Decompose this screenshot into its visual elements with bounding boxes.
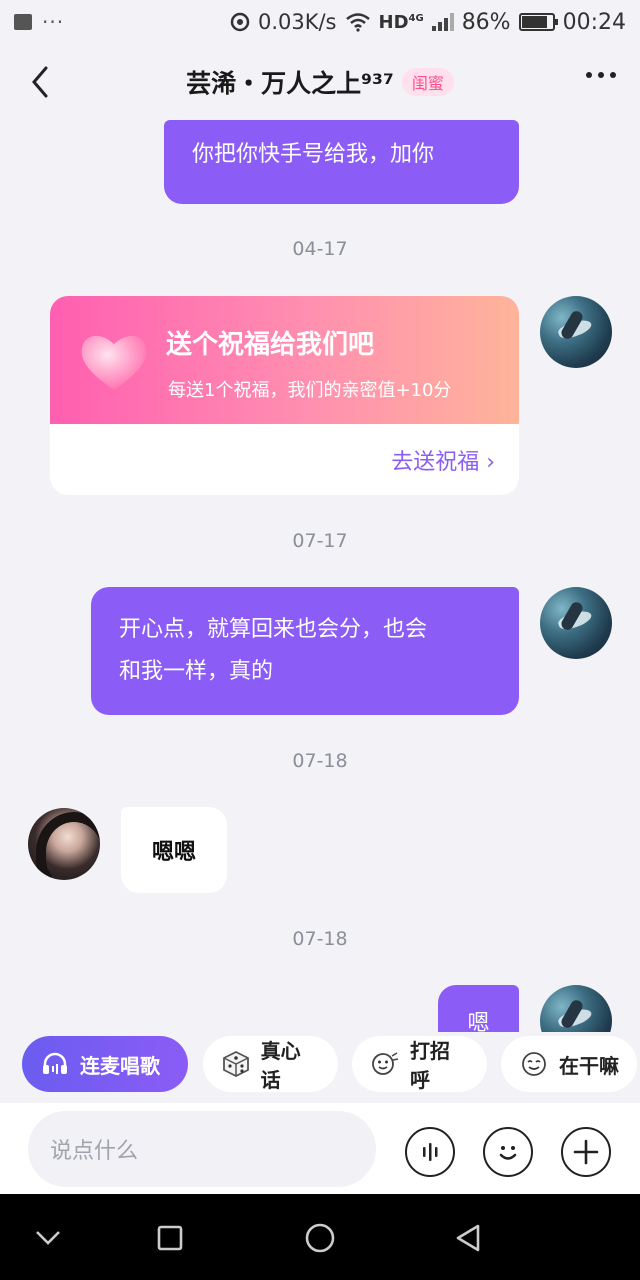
voice-wave-icon — [423, 1143, 438, 1161]
headphones-icon — [40, 1049, 70, 1079]
date-divider: 07-18 — [292, 928, 348, 950]
send-blessing-link[interactable]: 去送祝福 › — [391, 444, 495, 476]
input-bar: 说点什么 — [0, 1103, 640, 1194]
emoji-button[interactable] — [483, 1127, 533, 1177]
plus-icon — [573, 1139, 599, 1165]
network-type: HD4G — [379, 12, 424, 33]
smile-emoji-icon — [519, 1049, 549, 1079]
relationship-badge: 闺蜜 — [401, 68, 454, 96]
message-bubble[interactable]: 嗯 — [438, 985, 519, 1032]
message-text: 你把你快手号给我，加你 — [192, 142, 435, 167]
message-text-line: 开心点，就算回来也会分，也会 — [119, 617, 428, 642]
net-speed: 0.03K/s — [257, 10, 337, 34]
card-subtitle: 每送1个祝福，我们的亲密值+10分 — [168, 380, 452, 401]
date-divider: 07-17 — [292, 530, 348, 552]
wifi-icon — [345, 13, 370, 32]
square-icon — [157, 1225, 183, 1251]
chat-header: 芸浠・万人之上⁹³⁷ 闺蜜 — [0, 44, 640, 120]
quick-reply-truth[interactable]: 真心话 — [203, 1036, 338, 1092]
image-notification-icon — [14, 14, 32, 30]
card-title: 送个祝福给我们吧 — [166, 330, 375, 360]
message-bubble[interactable]: 嗯嗯 — [121, 807, 227, 893]
status-bar: ··· 0.03K/s HD4G 86% 00:24 — [0, 0, 640, 44]
quick-reply-whatsup[interactable]: 在干嘛 — [501, 1036, 637, 1092]
message-input[interactable]: 说点什么 — [28, 1111, 376, 1187]
quick-reply-label: 真心话 — [260, 1039, 301, 1092]
date-divider: 07-18 — [292, 750, 348, 772]
voice-button[interactable] — [405, 1127, 455, 1177]
battery-icon — [518, 13, 558, 31]
more-actions-button[interactable] — [561, 1127, 611, 1177]
clock: 00:24 — [562, 9, 626, 35]
system-nav-bar — [0, 1194, 640, 1280]
message-text-line: 和我一样，真的 — [119, 659, 274, 684]
quick-reply-sing[interactable]: 连麦唱歌 — [22, 1036, 188, 1092]
quick-replies: 连麦唱歌 真心话 打招呼 在干嘛 — [0, 1034, 640, 1094]
network-gen-label: 4G — [408, 12, 424, 24]
smiley-icon — [499, 1146, 517, 1160]
message-bubble[interactable]: 开心点，就算回来也会分，也会 和我一样，真的 — [91, 587, 519, 715]
my-avatar[interactable] — [540, 296, 612, 368]
data-saver-icon — [230, 12, 250, 32]
chat-title: 芸浠・万人之上⁹³⁷ — [186, 69, 394, 98]
quick-reply-label: 在干嘛 — [559, 1053, 619, 1078]
quick-reply-greet[interactable]: 打招呼 — [352, 1036, 487, 1092]
quick-reply-label: 打招呼 — [410, 1039, 450, 1092]
quick-reply-label: 连麦唱歌 — [80, 1053, 160, 1078]
home-button[interactable] — [300, 1218, 340, 1258]
hide-keyboard-button[interactable] — [28, 1218, 68, 1258]
date-divider: 04-17 — [292, 238, 348, 260]
triangle-back-icon — [456, 1224, 480, 1252]
chevron-down-icon — [36, 1231, 60, 1245]
back-icon[interactable] — [26, 64, 58, 100]
message-text: 嗯 — [467, 1011, 490, 1032]
signal-icon — [431, 13, 454, 31]
more-notifications-icon: ··· — [42, 10, 65, 34]
network-type-label: HD — [378, 11, 409, 33]
wave-emoji-icon — [370, 1049, 400, 1079]
blessing-card[interactable]: 送个祝福给我们吧 每送1个祝福，我们的亲密值+10分 去送祝福 › — [50, 296, 519, 495]
more-icon[interactable] — [586, 72, 616, 78]
dice-icon — [221, 1049, 251, 1079]
battery-percent: 86% — [461, 9, 511, 35]
friend-avatar[interactable] — [28, 808, 100, 880]
recents-button[interactable] — [150, 1218, 190, 1258]
chat-messages: 你把你快手号给我，加你 04-17 送个祝福给我们吧 每送1个祝福，我们的亲密值… — [0, 120, 640, 1032]
back-button[interactable] — [448, 1218, 488, 1258]
circle-icon — [305, 1223, 335, 1253]
message-text: 嗯嗯 — [151, 840, 196, 865]
heart-icon — [81, 335, 147, 390]
my-avatar[interactable] — [540, 587, 612, 659]
message-bubble[interactable]: 你把你快手号给我，加你 — [164, 120, 519, 204]
my-avatar[interactable] — [540, 985, 612, 1032]
